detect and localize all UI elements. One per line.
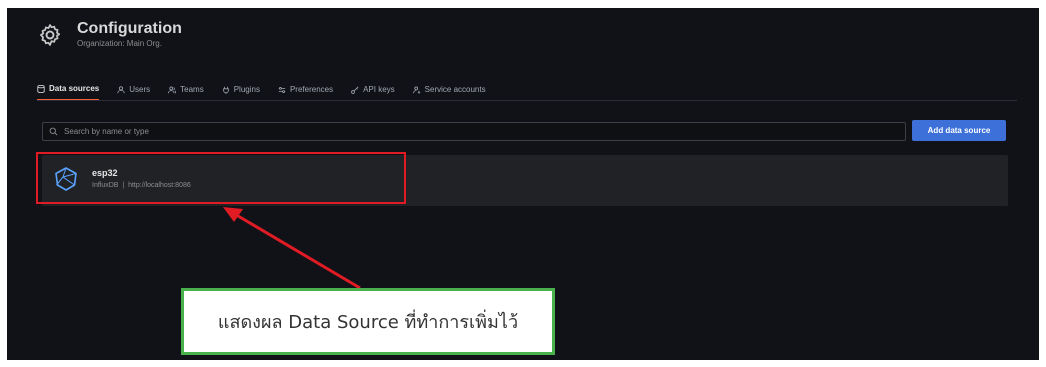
tabs-divider [37,100,1017,101]
service-account-icon [412,86,420,94]
tab-plugins[interactable]: Plugins [222,85,260,100]
users-icon [168,86,177,93]
tab-teams[interactable]: Teams [168,85,204,100]
plug-icon [222,86,229,94]
datasource-row[interactable]: esp32 InfluxDB | http://localhost:8086 [42,155,1008,206]
add-data-source-button[interactable]: Add data source [912,120,1006,141]
tab-service-accounts[interactable]: Service accounts [412,85,486,100]
sliders-icon [278,86,286,93]
organization-label: Organization: Main Org. [77,39,162,48]
header-text: Configuration Organization: Main Org. [77,20,182,50]
search-icon [49,127,58,136]
datasource-meta: InfluxDB | http://localhost:8086 [92,182,191,189]
search-input[interactable] [62,126,866,137]
search-box[interactable] [42,122,906,141]
tab-label: Preferences [289,85,334,94]
datasource-url: http://localhost:8086 [128,182,191,189]
influxdb-icon [55,167,77,191]
page-header: Configuration Organization: Main Org. [37,20,182,50]
tab-label: Users [129,85,151,94]
tab-users[interactable]: Users [117,85,150,100]
tab-label: Data sources [49,84,100,93]
user-icon [117,85,125,93]
tab-data-sources[interactable]: Data sources [37,84,100,101]
config-tabs: Data sources Users Teams Plugins Prefere… [37,84,486,101]
tab-label: Service accounts [424,85,486,94]
tab-api-keys[interactable]: API keys [351,85,395,100]
gear-icon [40,24,61,46]
database-icon [37,84,45,93]
tab-label: Teams [180,85,204,94]
tab-label: Plugins [233,85,260,94]
datasource-type: InfluxDB [92,182,119,189]
tab-label: API keys [363,85,395,94]
callout-box: แสดงผล Data Source ที่ทำการเพิ่มไว้ [181,288,555,355]
meta-separator: | [122,182,125,189]
tab-preferences[interactable]: Preferences [278,85,333,100]
datasource-name: esp32 [92,168,118,178]
key-icon [351,86,359,94]
page-title: Configuration [77,20,182,37]
